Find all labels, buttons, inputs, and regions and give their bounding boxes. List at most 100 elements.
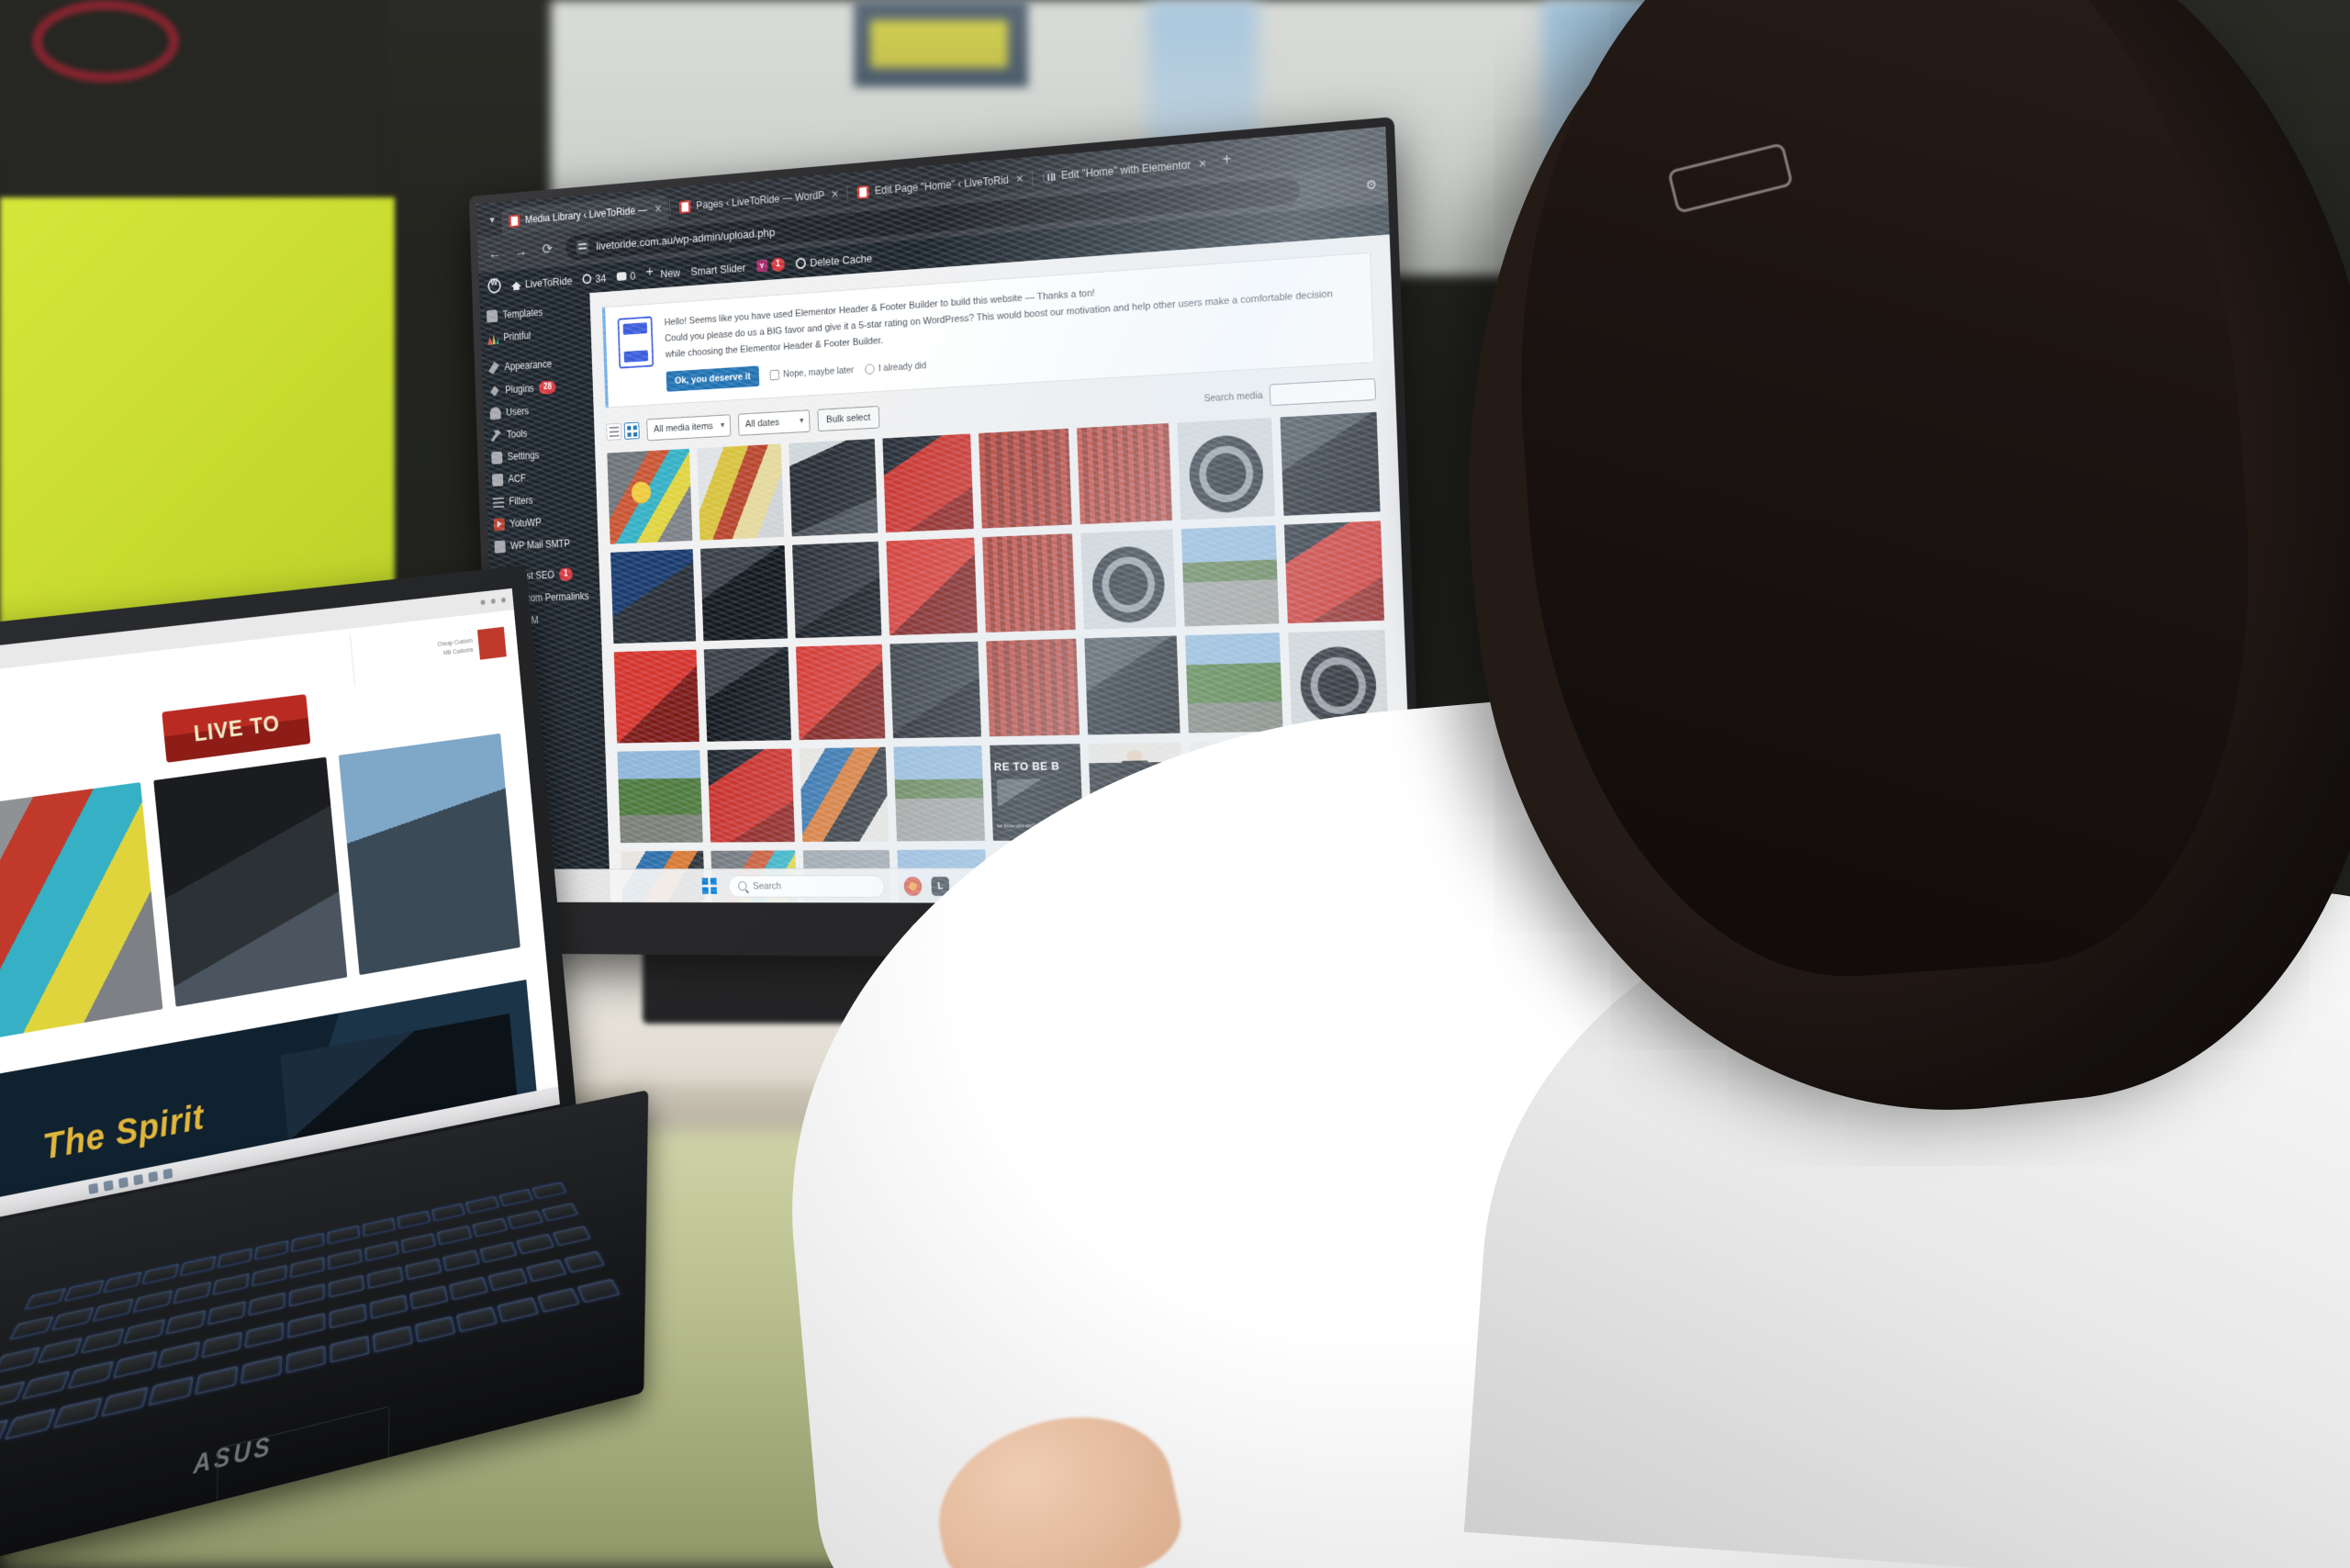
media-tile[interactable]	[613, 649, 699, 744]
taskbar-app-icon[interactable]	[103, 1179, 114, 1192]
media-type-filter-select[interactable]: All media items	[646, 414, 732, 442]
keyboard-key[interactable]	[291, 1232, 325, 1253]
keyboard-key[interactable]	[472, 1217, 509, 1238]
keyboard-key[interactable]	[327, 1225, 361, 1245]
keyboard-key[interactable]	[286, 1313, 326, 1338]
window-control-icon[interactable]	[490, 598, 496, 604]
keyboard-key[interactable]	[212, 1272, 250, 1295]
keyboard-key[interactable]	[50, 1306, 95, 1331]
adminbar-yoast[interactable]: Y 1	[755, 257, 786, 273]
keyboard-key[interactable]	[525, 1259, 567, 1282]
keyboard-key[interactable]	[479, 1241, 518, 1263]
keyboard-key[interactable]	[4, 1407, 57, 1440]
keyboard-key[interactable]	[132, 1290, 173, 1314]
site-settings-icon[interactable]	[576, 239, 589, 255]
feature-card-merch[interactable]	[153, 756, 347, 1007]
keyboard-key[interactable]	[244, 1322, 285, 1349]
keyboard-key[interactable]	[397, 1210, 431, 1229]
keyboard-key[interactable]	[552, 1226, 591, 1247]
keyboard-key[interactable]	[248, 1292, 286, 1316]
keyboard-key[interactable]	[290, 1257, 325, 1279]
window-control-icon[interactable]	[500, 597, 507, 603]
keyboard-key[interactable]	[576, 1278, 621, 1304]
adminbar-site-name[interactable]: LiveToRide	[511, 274, 573, 291]
taskbar-app-icon[interactable]	[133, 1173, 144, 1185]
keyboard-key[interactable]	[564, 1250, 606, 1273]
media-tile[interactable]	[1177, 417, 1275, 521]
keyboard-key[interactable]	[21, 1371, 71, 1400]
media-tile[interactable]	[703, 646, 791, 742]
keyboard-key[interactable]	[24, 1287, 67, 1310]
keyboard-key[interactable]	[372, 1326, 413, 1353]
keyboard-key[interactable]	[240, 1355, 283, 1384]
keyboard-key[interactable]	[285, 1345, 326, 1374]
keyboard-key[interactable]	[195, 1365, 239, 1395]
media-tile[interactable]	[1184, 633, 1283, 734]
date-filter-select[interactable]: All dates	[737, 409, 811, 436]
media-tile[interactable]	[1076, 422, 1173, 525]
keyboard-key[interactable]	[165, 1309, 207, 1335]
media-tile[interactable]	[1080, 529, 1177, 630]
tab-search-chevron-icon[interactable]: ▾	[483, 213, 502, 237]
feature-card-magazines[interactable]	[0, 782, 163, 1041]
media-tile[interactable]	[890, 641, 981, 739]
already-did-link[interactable]: I already did	[865, 358, 927, 377]
media-tile[interactable]	[1280, 411, 1381, 516]
keyboard-key[interactable]	[536, 1287, 581, 1314]
media-tile[interactable]	[795, 644, 886, 740]
keyboard-key[interactable]	[0, 1381, 26, 1411]
keyboard-key[interactable]	[0, 1346, 41, 1373]
close-icon[interactable]: ✕	[653, 203, 663, 216]
bulk-select-button[interactable]: Bulk select	[817, 405, 880, 432]
keyboard-key[interactable]	[179, 1255, 217, 1277]
keyboard-key[interactable]	[92, 1298, 134, 1322]
start-button-icon[interactable]	[702, 878, 718, 894]
keyboard-key[interactable]	[252, 1264, 287, 1287]
taskbar-app-icon[interactable]	[88, 1182, 99, 1194]
keyboard-key[interactable]	[103, 1271, 142, 1294]
nope-maybe-later-link[interactable]: Nope, maybe later	[769, 363, 854, 384]
keyboard-key[interactable]	[37, 1337, 84, 1364]
media-tile[interactable]	[792, 541, 882, 639]
keyboard-key[interactable]	[400, 1233, 436, 1254]
keyboard-key[interactable]	[405, 1258, 442, 1281]
keyboard-key[interactable]	[366, 1266, 404, 1289]
taskbar-app-icon[interactable]	[148, 1170, 159, 1182]
media-tile[interactable]	[789, 438, 878, 537]
keyboard-key[interactable]	[148, 1375, 195, 1406]
media-tile[interactable]	[707, 748, 795, 843]
media-tile[interactable]	[607, 448, 693, 544]
keyboard-key[interactable]	[112, 1350, 158, 1379]
keyboard-key[interactable]	[464, 1195, 500, 1215]
keyboard-key[interactable]	[201, 1331, 243, 1359]
media-tile[interactable]	[1084, 635, 1181, 735]
keyboard-key[interactable]	[207, 1301, 247, 1326]
forward-icon[interactable]: →	[512, 242, 529, 260]
keyboard-key[interactable]	[507, 1210, 544, 1230]
keyboard-key[interactable]	[408, 1285, 449, 1310]
keyboard-key[interactable]	[369, 1294, 408, 1319]
keyboard-key[interactable]	[254, 1239, 289, 1260]
keyboard-key[interactable]	[328, 1274, 364, 1298]
keyboard-key[interactable]	[330, 1335, 370, 1363]
media-tile[interactable]	[986, 638, 1080, 737]
media-tile[interactable]	[882, 433, 974, 532]
flower-app-icon[interactable]	[903, 876, 923, 896]
media-tile[interactable]	[610, 549, 697, 644]
media-tile[interactable]	[886, 537, 978, 635]
media-tile[interactable]	[697, 443, 785, 541]
keyboard-key[interactable]	[63, 1279, 105, 1302]
keyboard-key[interactable]	[100, 1386, 149, 1417]
keyboard-key[interactable]	[498, 1188, 534, 1207]
extensions-icon[interactable]: ⚙	[1365, 176, 1377, 193]
keyboard-key[interactable]	[173, 1281, 212, 1305]
keyboard-key[interactable]	[157, 1340, 201, 1369]
taskbar-app-icon[interactable]	[162, 1168, 173, 1180]
keyboard-key[interactable]	[364, 1240, 399, 1262]
keyboard-key[interactable]	[541, 1203, 579, 1222]
keyboard-key[interactable]	[217, 1248, 253, 1269]
keyboard-key[interactable]	[532, 1182, 567, 1200]
back-icon[interactable]: ←	[487, 245, 503, 263]
keyboard-key[interactable]	[431, 1203, 465, 1222]
keyboard-key[interactable]	[442, 1249, 480, 1271]
